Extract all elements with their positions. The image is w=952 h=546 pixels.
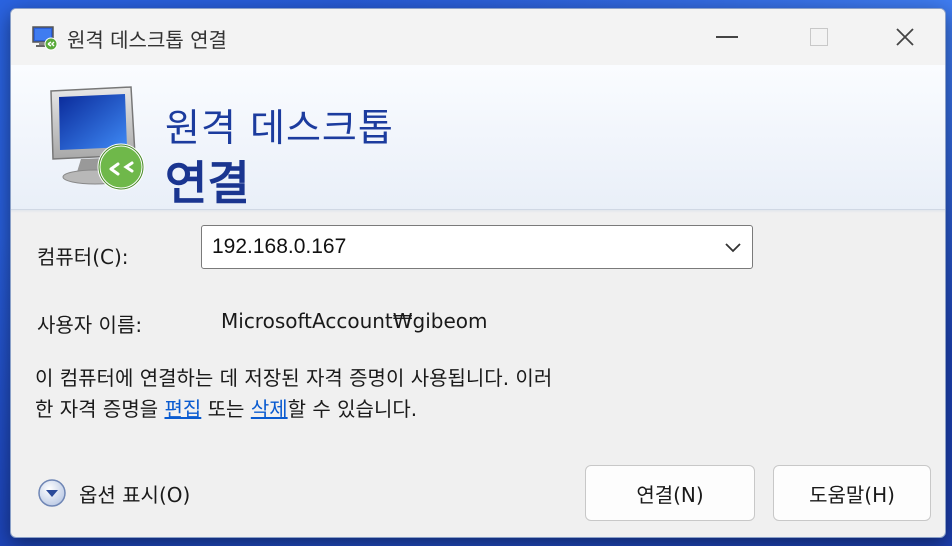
remote-desktop-icon [32, 26, 58, 51]
computer-input[interactable]: 192.168.0.167 [212, 235, 346, 259]
banner-header: 원격 데스크톱 연결 [11, 65, 945, 213]
banner-subtitle: 연결 [165, 156, 250, 210]
banner-title: 원격 데스크톱 [165, 106, 394, 150]
delete-credentials-link[interactable]: 삭제 [251, 397, 288, 421]
minimize-button[interactable] [681, 9, 773, 65]
title-bar[interactable]: 원격 데스크톱 연결 [11, 9, 945, 65]
expand-circle-icon[interactable] [37, 478, 67, 508]
connect-button[interactable]: 연결(N) [585, 465, 755, 521]
credentials-info: 이 컴퓨터에 연결하는 데 저장된 자격 증명이 사용됩니다. 이러 한 자격 … [35, 363, 755, 425]
computer-label: 컴퓨터(C): [37, 245, 129, 269]
info-text: 할 수 있습니다. [287, 397, 418, 421]
info-text: 이 컴퓨터에 연결하는 데 저장된 자격 증명이 사용됩니다. 이러 [35, 366, 553, 390]
user-name-label: 사용자 이름: [37, 313, 143, 337]
show-options-toggle[interactable]: 옵션 표시(O) [37, 475, 190, 511]
info-text: 한 자격 증명을 [35, 397, 165, 421]
maximize-button[interactable] [773, 9, 865, 65]
close-button[interactable] [865, 9, 945, 65]
user-name-value: MicrosoftAccount₩gibeom [221, 309, 488, 333]
computer-combobox[interactable]: 192.168.0.167 [201, 225, 753, 269]
edit-credentials-link[interactable]: 편집 [164, 397, 201, 421]
close-icon [896, 28, 914, 46]
remote-desktop-window: 원격 데스크톱 연결 원격 데스크톱 연결 컴퓨터(C): 192.168.0.… [10, 8, 946, 538]
window-title: 원격 데스크톱 연결 [67, 28, 227, 52]
show-options-label[interactable]: 옵션 표시(O) [79, 479, 190, 508]
info-text: 또는 [201, 397, 251, 421]
remote-desktop-icon [50, 86, 145, 191]
maximize-icon [810, 28, 828, 46]
help-button[interactable]: 도움말(H) [773, 465, 931, 521]
chevron-down-icon[interactable] [724, 240, 742, 254]
minimize-icon [716, 36, 738, 38]
